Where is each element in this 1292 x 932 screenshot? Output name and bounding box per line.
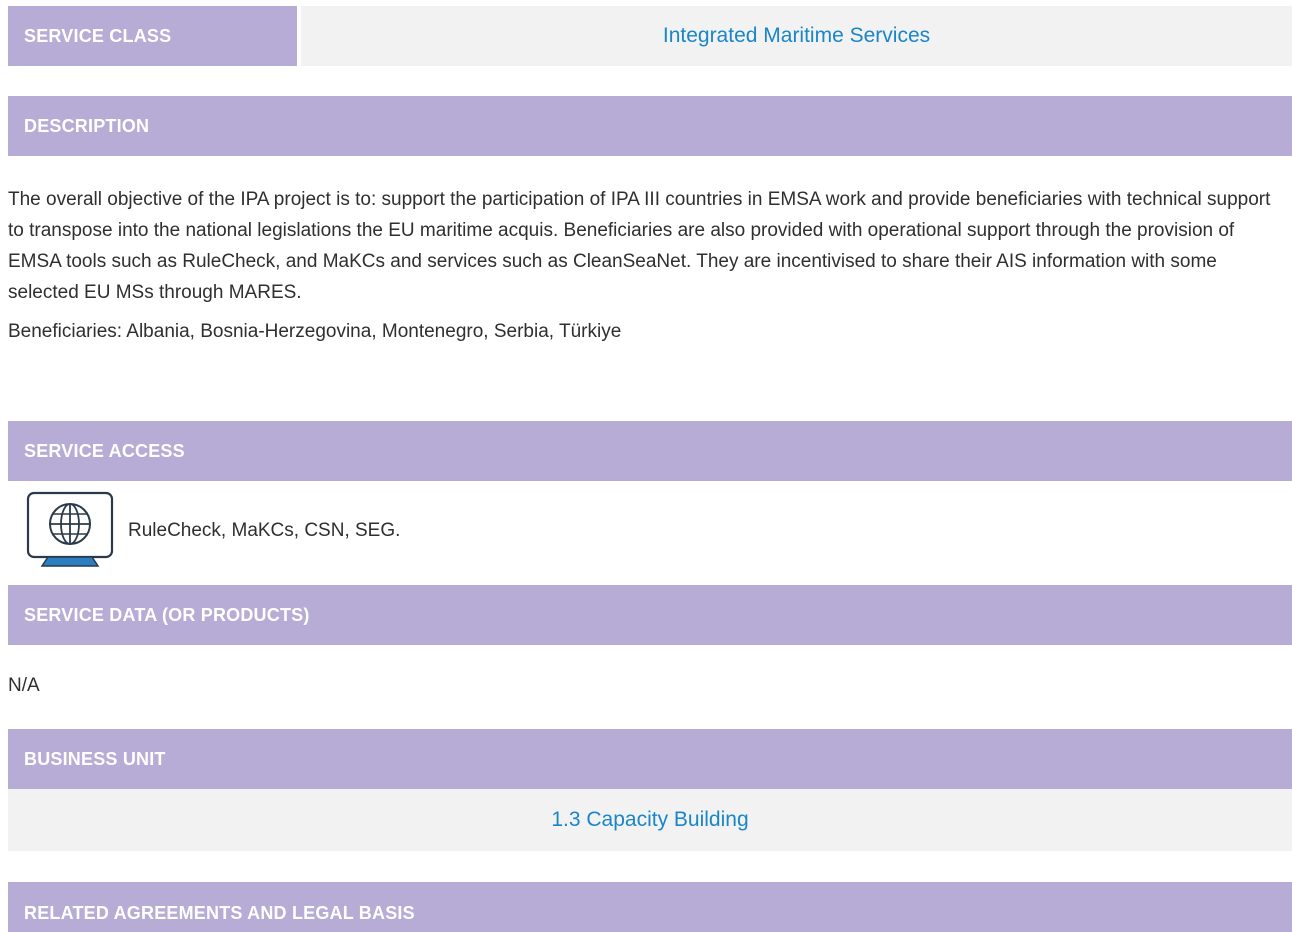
service-data-label: SERVICE DATA (OR PRODUCTS) (24, 604, 310, 625)
related-agreements-label: RELATED AGREEMENTS AND LEGAL BASIS (24, 903, 415, 923)
description-label: DESCRIPTION (24, 115, 150, 136)
business-unit-value[interactable]: 1.3 Capacity Building (551, 808, 748, 832)
service-access-label: SERVICE ACCESS (24, 440, 185, 461)
business-unit-value-cell: 1.3 Capacity Building (8, 789, 1292, 851)
service-class-label-cell: SERVICE CLASS (8, 6, 297, 66)
business-unit-header: BUSINESS UNIT (8, 729, 1292, 789)
service-data-header: SERVICE DATA (OR PRODUCTS) (8, 585, 1292, 645)
globe-monitor-icon (8, 491, 118, 569)
description-header: DESCRIPTION (8, 96, 1292, 156)
beneficiaries-text: Beneficiaries: Albania, Bosnia-Herzegovi… (8, 321, 622, 342)
description-paragraph: The overall objective of the IPA project… (8, 189, 1271, 303)
service-class-value[interactable]: Integrated Maritime Services (663, 24, 930, 48)
service-class-label: SERVICE CLASS (24, 25, 172, 46)
service-class-row: SERVICE CLASS Integrated Maritime Servic… (8, 6, 1292, 66)
service-access-value: RuleCheck, MaKCs, CSN, SEG. (128, 519, 401, 541)
service-class-value-cell: Integrated Maritime Services (301, 6, 1292, 66)
business-unit-label: BUSINESS UNIT (24, 748, 166, 769)
service-access-header: SERVICE ACCESS (8, 421, 1292, 481)
service-access-row: RuleCheck, MaKCs, CSN, SEG. (8, 491, 1292, 569)
service-data-value: N/A (8, 675, 40, 696)
service-sheet: SERVICE CLASS Integrated Maritime Servic… (0, 0, 1292, 932)
description-body: The overall objective of the IPA project… (8, 184, 1288, 347)
related-agreements-header: RELATED AGREEMENTS AND LEGAL BASIS (8, 882, 1292, 932)
service-data-body: N/A (8, 670, 1292, 701)
